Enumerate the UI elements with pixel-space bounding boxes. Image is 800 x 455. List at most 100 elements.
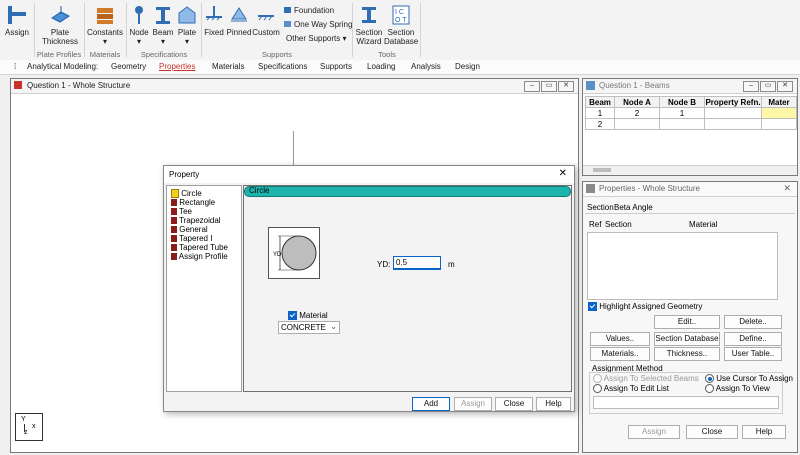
cell-material[interactable]: [761, 107, 797, 119]
cell-property[interactable]: [704, 107, 762, 119]
menu-materials[interactable]: Materials: [212, 62, 244, 71]
cell-node-b[interactable]: [659, 118, 705, 130]
menu-geometry[interactable]: Geometry: [111, 62, 146, 71]
add-button[interactable]: Add: [412, 397, 450, 411]
minimize-icon[interactable]: –: [524, 81, 540, 92]
tree-item-tee[interactable]: Tee: [171, 207, 192, 216]
tree-item-rectangle[interactable]: Rectangle: [171, 198, 215, 207]
cell-beam[interactable]: 2: [585, 118, 615, 130]
cell-material[interactable]: [761, 118, 797, 130]
tree-item-tapered-tube[interactable]: Tapered Tube: [171, 243, 228, 252]
constants-icon: [97, 8, 113, 24]
pinned-button[interactable]: Pinned: [226, 4, 252, 37]
cell-property[interactable]: [704, 118, 762, 130]
scrollbar-thumb[interactable]: [593, 168, 611, 172]
close-icon[interactable]: ✕: [783, 183, 791, 194]
tab-beta-angle[interactable]: Beta Angle: [614, 203, 653, 212]
close-button[interactable]: Close: [686, 425, 738, 439]
yd-input[interactable]: 0.5: [393, 256, 441, 270]
tree-item-tapered-i[interactable]: Tapered I: [171, 234, 212, 243]
col-property-refn[interactable]: Property Refn.: [704, 96, 762, 108]
col-material[interactable]: Mater: [761, 96, 797, 108]
minimize-icon[interactable]: –: [743, 81, 759, 92]
beam-button[interactable]: Beam ▾: [151, 4, 175, 46]
assign-profile-icon: [171, 253, 177, 261]
menu-properties[interactable]: Properties: [159, 62, 195, 71]
beams-window-title: Question 1 - Beams: [599, 81, 670, 90]
user-table-button[interactable]: User Table..: [724, 347, 782, 361]
menu-loading[interactable]: Loading: [367, 62, 395, 71]
tree-item-label: General: [179, 225, 208, 234]
cell-node-b[interactable]: 1: [659, 107, 705, 119]
custom-button[interactable]: Custom: [252, 4, 280, 37]
menu-supports[interactable]: Supports: [320, 62, 352, 71]
plate-thickness-label-2: Thickness: [41, 37, 78, 46]
assign-edit-list-radio[interactable]: Assign To Edit List: [593, 384, 669, 394]
cell-node-a[interactable]: 2: [614, 107, 660, 119]
thickness-button[interactable]: Thickness..: [654, 347, 720, 361]
ribbon-separator: [34, 3, 35, 57]
close-icon[interactable]: ✕: [559, 168, 567, 179]
section-wizard-button[interactable]: Section Wizard: [354, 4, 384, 46]
assign-button[interactable]: Assign: [2, 4, 32, 37]
materials-button[interactable]: Materials..: [590, 347, 650, 361]
restore-icon[interactable]: ▭: [541, 81, 557, 92]
material-select[interactable]: CONCRETE ⌄: [278, 321, 340, 334]
assign-view-label: Assign To View: [715, 384, 770, 393]
values-button[interactable]: Values..: [590, 332, 650, 346]
section-list[interactable]: [587, 232, 778, 300]
cell-beam[interactable]: 1: [585, 107, 615, 119]
define-button[interactable]: Define..: [724, 332, 782, 346]
close-icon[interactable]: ✕: [558, 81, 574, 92]
delete-button[interactable]: Delete..: [724, 315, 782, 329]
foundation-button[interactable]: Foundation: [284, 6, 334, 15]
menu-analysis[interactable]: Analysis: [411, 62, 441, 71]
radio-icon: [593, 374, 602, 384]
constants-label: Constants: [86, 28, 124, 37]
menu-specifications[interactable]: Specifications: [258, 62, 307, 71]
assign-button[interactable]: Assign: [628, 425, 680, 439]
tree-item-trapezoidal[interactable]: Trapezoidal: [171, 216, 221, 225]
assign-button[interactable]: Assign: [454, 397, 492, 411]
node-button[interactable]: Node ▾: [128, 4, 150, 46]
tab-section[interactable]: Section: [587, 203, 614, 212]
tree-item-general[interactable]: General: [171, 225, 208, 234]
plate-button[interactable]: Plate ▾: [176, 4, 198, 46]
one-way-spring-button[interactable]: One Way Spring: [284, 20, 352, 29]
constants-button[interactable]: Constants ▾: [86, 4, 124, 46]
assign-view-radio[interactable]: Assign To View: [705, 384, 770, 394]
highlight-geometry-checkbox[interactable]: Highlight Assigned Geometry: [588, 302, 702, 312]
col-node-b[interactable]: Node B: [659, 96, 705, 108]
beam-label: Beam: [152, 28, 174, 37]
col-beam[interactable]: Beam: [585, 96, 615, 108]
cell-node-a[interactable]: [614, 118, 660, 130]
restore-icon[interactable]: ▭: [760, 81, 776, 92]
col-node-a[interactable]: Node A: [614, 96, 660, 108]
close-button[interactable]: Close: [495, 397, 533, 411]
properties-window: Properties - Whole Structure ✕ Section B…: [582, 181, 798, 453]
section-database-button[interactable]: Section Database: [654, 332, 720, 346]
axis-x-label: x: [32, 423, 36, 430]
edit-button[interactable]: Edit..: [654, 315, 720, 329]
tree-item-circle[interactable]: Circle: [171, 189, 202, 199]
tee-section-icon: [171, 208, 177, 216]
fixed-button[interactable]: Fixed: [203, 4, 225, 37]
use-cursor-radio[interactable]: Use Cursor To Assign: [705, 374, 793, 384]
section-wizard-icon: [362, 7, 376, 23]
tree-item-assign-profile[interactable]: Assign Profile: [171, 252, 228, 261]
horizontal-scrollbar[interactable]: [583, 165, 797, 175]
assign-selected-radio[interactable]: Assign To Selected Beams: [593, 374, 699, 384]
material-checkbox[interactable]: Material: [288, 311, 328, 321]
help-button[interactable]: Help: [742, 425, 786, 439]
menu-design[interactable]: Design: [455, 62, 480, 71]
section-database-button[interactable]: I CO T Section Database: [384, 4, 418, 46]
help-button[interactable]: Help: [536, 397, 571, 411]
tree-item-label: Assign Profile: [178, 252, 228, 261]
checkbox-checked-icon: [588, 302, 597, 312]
edit-list-field[interactable]: [593, 396, 779, 409]
pinned-label: Pinned: [226, 28, 252, 37]
section-wizard-label-1: Section: [355, 28, 383, 37]
other-supports-button[interactable]: Other Supports ▾: [286, 34, 347, 43]
plate-thickness-button[interactable]: Plate Thickness: [40, 4, 80, 46]
close-icon[interactable]: ✕: [777, 81, 793, 92]
